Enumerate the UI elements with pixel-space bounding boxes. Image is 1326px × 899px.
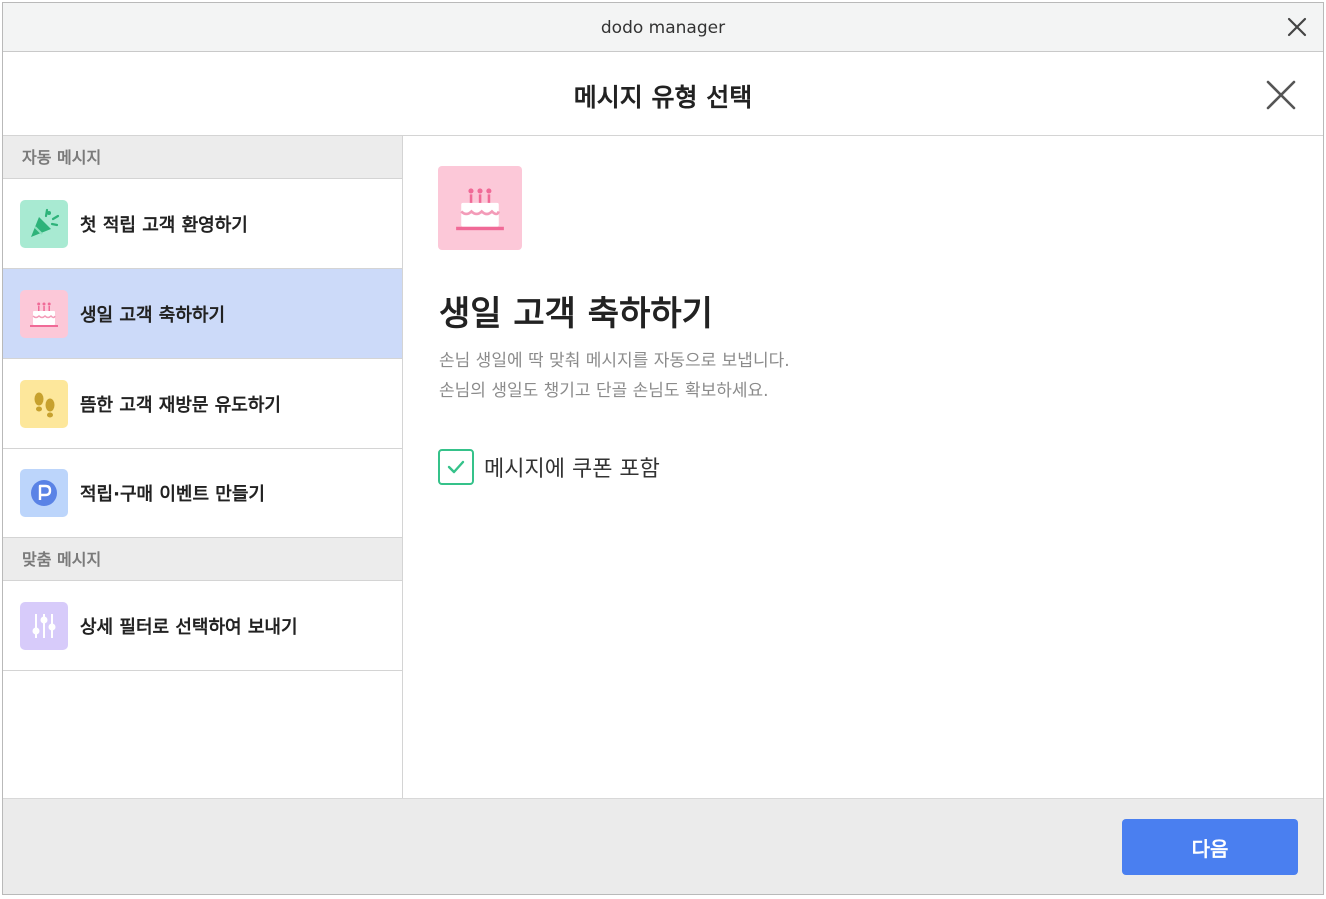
party-popper-icon — [20, 199, 68, 248]
detail-title: 생일 고객 축하하기 — [439, 294, 713, 334]
description-line: 손님의 생일도 챙기고 단골 손님도 확보하세요. — [439, 381, 769, 401]
sidebar-item-label: 상세 필터로 선택하여 보내기 — [80, 616, 298, 638]
modal-title: 메시지 유형 선택 — [573, 83, 753, 112]
next-button[interactable]: 다음 — [1122, 819, 1298, 875]
check-icon — [447, 460, 465, 474]
birthday-cake-icon — [20, 289, 68, 338]
footprints-icon — [20, 379, 68, 428]
detail-panel: 생일 고객 축하하기 손님 생일에 딱 맞춰 메시지를 자동으로 보냅니다. 손… — [404, 136, 1323, 798]
window-title: dodo manager — [600, 18, 726, 38]
coupon-checkbox[interactable] — [438, 449, 474, 485]
sidebar-item-label: 첫 적립 고객 환영하기 — [80, 214, 248, 236]
sidebar-item-label: 뜸한 고객 재방문 유도하기 — [80, 394, 281, 416]
sidebar-item-points-event[interactable]: 적립·구매 이벤트 만들기 — [3, 449, 402, 538]
coupon-checkbox-row[interactable]: 메시지에 쿠폰 포함 — [438, 449, 660, 485]
birthday-cake-icon — [438, 166, 522, 250]
sidebar-item-revisit[interactable]: 뜸한 고객 재방문 유도하기 — [3, 359, 402, 449]
section-header-custom: 맞춤 메시지 — [3, 538, 402, 581]
coupon-label: 메시지에 쿠폰 포함 — [484, 457, 660, 482]
sidebar-item-first-welcome[interactable]: 첫 적립 고객 환영하기 — [3, 179, 402, 269]
filter-sliders-icon — [20, 601, 68, 650]
close-icon[interactable] — [1265, 79, 1297, 111]
detail-description: 손님 생일에 딱 맞춰 메시지를 자동으로 보냅니다. 손님의 생일도 챙기고 … — [439, 346, 790, 406]
modal-footer: 다음 — [3, 798, 1323, 894]
sidebar-item-detail-filter[interactable]: 상세 필터로 선택하여 보내기 — [3, 581, 402, 671]
window-close-icon[interactable] — [1285, 15, 1309, 39]
app-window: dodo manager 메시지 유형 선택 자동 메시지 첫 적립 고객 환영… — [2, 2, 1324, 895]
description-line: 손님 생일에 딱 맞춰 메시지를 자동으로 보냅니다. — [439, 351, 790, 371]
sidebar-item-birthday[interactable]: 생일 고객 축하하기 — [3, 269, 402, 359]
modal-header: 메시지 유형 선택 — [3, 53, 1323, 136]
window-titlebar: dodo manager — [3, 3, 1323, 52]
sidebar-item-label: 생일 고객 축하하기 — [80, 304, 226, 326]
message-type-sidebar: 자동 메시지 첫 적립 고객 환영하기 생일 고객 축하하기 뜸한 고객 재방문… — [3, 136, 403, 798]
sidebar-item-label: 적립·구매 이벤트 만들기 — [80, 484, 265, 505]
points-icon — [20, 469, 68, 517]
section-header-auto: 자동 메시지 — [3, 136, 402, 179]
